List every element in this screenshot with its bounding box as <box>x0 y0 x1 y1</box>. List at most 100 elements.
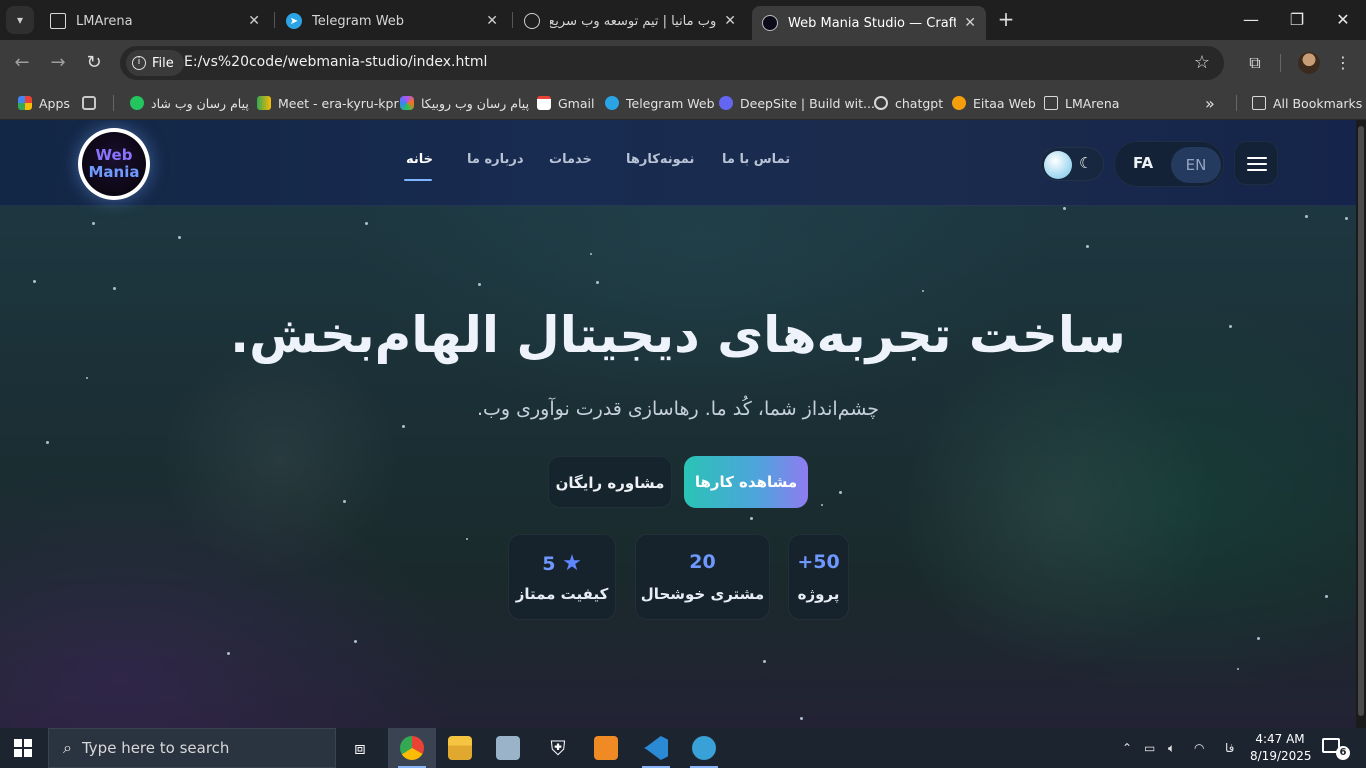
profile-avatar[interactable] <box>1298 52 1320 74</box>
wifi-icon[interactable]: ◠ <box>1194 728 1204 768</box>
language-switch: FA EN <box>1114 141 1224 187</box>
bookmark-lmarena[interactable]: LMArena <box>1044 93 1119 113</box>
reload-icon[interactable]: ↻ <box>82 51 106 75</box>
url-text[interactable]: E:/vs%20code/webmania-studio/index.html <box>184 54 487 70</box>
star-dot <box>800 717 803 720</box>
restore-icon[interactable]: ❐ <box>1282 8 1312 32</box>
browser-toolbar: ← → ↻ i File E:/vs%20code/webmania-studi… <box>0 40 1366 86</box>
forward-icon[interactable]: → <box>46 51 70 75</box>
tab-lmarena[interactable]: LMArena ✕ <box>40 6 270 36</box>
view-work-button[interactable]: مشاهده کارها <box>684 456 808 508</box>
nav-home[interactable]: خانه <box>406 152 433 167</box>
rubika-icon <box>400 96 414 110</box>
bookmark-label: All Bookmarks <box>1273 95 1363 111</box>
bookmark-grid[interactable] <box>82 93 103 113</box>
lang-en-button[interactable]: EN <box>1171 147 1221 183</box>
menu-kebab-icon[interactable]: ⋮ <box>1332 52 1354 74</box>
taskbar-chrome[interactable] <box>388 728 436 768</box>
star-dot <box>1257 637 1260 640</box>
tab-webmania-fa[interactable]: وب مانیا | تیم توسعه وب سریع و ✕ <box>514 6 746 36</box>
scrollbar-thumb[interactable] <box>1358 126 1364 716</box>
close-icon[interactable]: ✕ <box>486 13 498 29</box>
bookmark-label: پیام رسان وب شاد <box>151 95 249 111</box>
site-info-chip[interactable]: i File <box>126 50 184 76</box>
nav-services[interactable]: خدمات <box>549 152 592 167</box>
task-view-button[interactable]: ⧈ <box>336 728 384 768</box>
extensions-icon[interactable]: ⧉ <box>1244 52 1266 74</box>
bookmark-telegram[interactable]: Telegram Web <box>605 93 715 113</box>
nav-portfolio[interactable]: نمونه‌کارها <box>626 152 694 167</box>
bookmarks-bar: Apps پیام رسان وب شاد Meet - era-kyru-kp… <box>0 86 1366 120</box>
bookmark-deepsite[interactable]: DeepSite | Build wit... <box>719 93 875 113</box>
scheme-label: File <box>152 55 174 71</box>
bookmark-apps[interactable]: Apps <box>18 93 70 113</box>
bookmark-shad[interactable]: پیام رسان وب شاد <box>130 93 249 113</box>
star-dot <box>365 222 368 225</box>
bookmark-eitaa[interactable]: Eitaa Web <box>952 93 1036 113</box>
site-logo[interactable]: Web Mania <box>78 128 150 200</box>
page-scrollbar[interactable] <box>1356 120 1366 728</box>
address-bar[interactable]: i File E:/vs%20code/webmania-studio/inde… <box>120 46 1224 80</box>
minimize-icon[interactable]: — <box>1236 8 1266 32</box>
star-icon: ★ <box>562 551 582 576</box>
taskbar-clock[interactable]: 4:47 AM 8/19/2025 <box>1250 731 1312 765</box>
input-language[interactable]: فا <box>1225 728 1234 768</box>
stat-label: کیفیت ممتاز <box>515 585 609 603</box>
bookmark-chatgpt[interactable]: chatgpt <box>874 93 943 113</box>
telegram-icon: ➤ <box>286 13 302 29</box>
star-dot <box>596 281 599 284</box>
new-tab-button[interactable]: + <box>994 8 1018 32</box>
shad-icon <box>130 96 144 110</box>
nav-contact[interactable]: تماس با ما <box>722 152 790 167</box>
lang-fa-button[interactable]: FA <box>1133 154 1153 172</box>
more-bookmarks-icon[interactable]: » <box>1205 93 1215 113</box>
photos-icon <box>496 736 520 760</box>
tab-divider <box>274 12 275 28</box>
apps-icon <box>18 96 32 110</box>
star-dot <box>1345 217 1348 220</box>
close-window-icon[interactable]: ✕ <box>1328 8 1358 32</box>
task-view-icon: ⧈ <box>354 737 366 759</box>
table-icon <box>50 13 66 29</box>
taskbar-vscode[interactable] <box>632 728 680 768</box>
folder-icon <box>1252 96 1266 110</box>
bookmark-star-icon[interactable]: ☆ <box>1194 52 1210 73</box>
stat-projects: +50 پروژه <box>788 534 849 620</box>
volume-icon[interactable]: 🔈︎ <box>1168 728 1175 768</box>
bookmark-rubika[interactable]: پیام رسان وب روبیکا <box>400 93 529 113</box>
chevron-up-icon: ⌃ <box>1122 741 1133 755</box>
page-viewport: Web Mania خانه درباره ما خدمات نمونه‌کار… <box>0 120 1356 728</box>
nav-about[interactable]: درباره ما <box>467 152 524 167</box>
tab-webmania-studio[interactable]: Web Mania Studio — Crafting D ✕ <box>752 6 986 40</box>
free-consultation-button[interactable]: مشاوره رایگان <box>548 456 672 508</box>
taskbar-search-box[interactable]: ⌕ Type here to search <box>48 728 336 768</box>
taskbar-security[interactable]: ⛨ <box>534 728 582 768</box>
bookmark-meet[interactable]: Meet - era-kyru-kpr <box>257 93 399 113</box>
all-bookmarks-button[interactable]: All Bookmarks <box>1252 93 1362 113</box>
taskbar-file-explorer[interactable] <box>436 728 484 768</box>
taskbar-app-3[interactable] <box>484 728 532 768</box>
close-icon[interactable]: ✕ <box>724 13 736 29</box>
taskbar-media[interactable] <box>582 728 630 768</box>
bookmark-gmail[interactable]: Gmail <box>537 93 594 113</box>
webmania-favicon-icon <box>762 15 778 31</box>
star-dot <box>590 253 592 255</box>
tab-telegram[interactable]: ➤ Telegram Web ✕ <box>276 6 508 36</box>
toolbar-divider <box>1280 54 1281 72</box>
taskbar-app-8[interactable] <box>680 728 728 768</box>
show-hidden-icons[interactable]: ⌃ <box>1122 728 1132 768</box>
meet-icon <box>257 96 271 110</box>
star-dot <box>46 441 49 444</box>
bookmark-label: پیام رسان وب روبیکا <box>421 95 530 111</box>
close-icon[interactable]: ✕ <box>964 15 976 31</box>
notifications-button[interactable]: 6 <box>1322 738 1350 760</box>
windows-start-icon[interactable] <box>14 739 32 757</box>
star-dot <box>821 504 823 506</box>
theme-toggle[interactable]: ☾ <box>1040 147 1104 181</box>
close-icon[interactable]: ✕ <box>248 13 260 29</box>
hamburger-menu-button[interactable] <box>1234 141 1278 185</box>
battery-icon[interactable]: ▭ <box>1144 728 1155 768</box>
back-icon[interactable]: ← <box>10 51 34 75</box>
star-dot <box>343 500 346 503</box>
tab-search-button[interactable]: ▾ <box>6 6 34 34</box>
